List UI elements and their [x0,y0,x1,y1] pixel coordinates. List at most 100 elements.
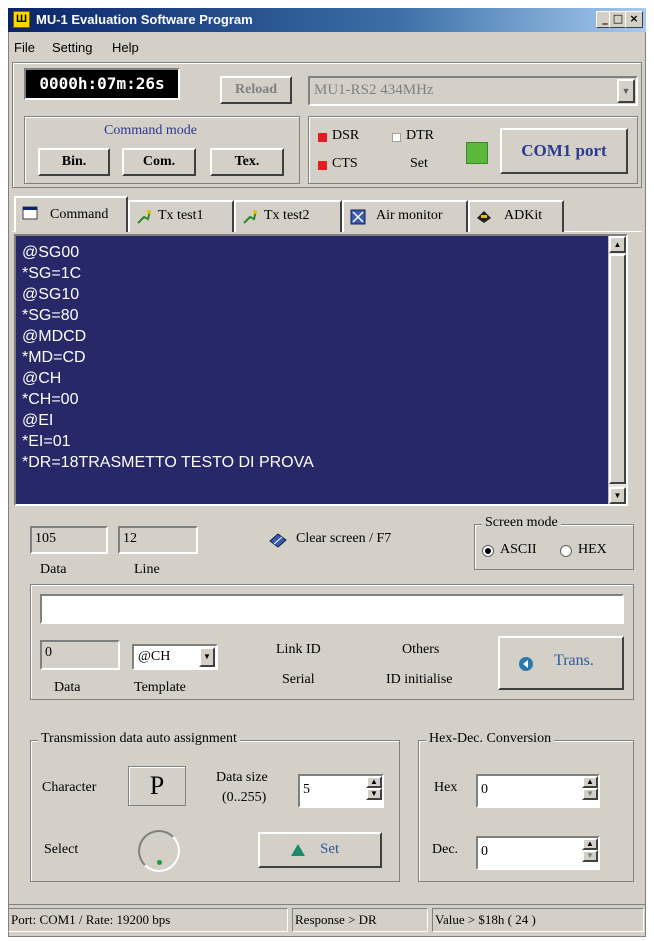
send-data-field: 0 [40,640,120,670]
console-line: *MD=CD [22,349,86,366]
spin-down-icon[interactable]: ▼ [582,788,598,800]
template-label: Template [134,680,186,695]
dtr-label: DTR [406,128,434,143]
line-count-label: Line [134,562,160,577]
tex-mode-button[interactable]: Tex. [210,148,284,176]
tx-test-icon [137,210,151,224]
character-label: Character [42,780,97,795]
console-scrollbar[interactable]: ▲ ▼ [608,236,626,504]
select-knob[interactable] [138,830,180,872]
console-line: *SG=80 [22,307,79,324]
character-display: P [128,766,186,806]
console-output: @SG00 *SG=1C @SG10 *SG=80 @MDCD *MD=CD @CH *CH=… [22,242,314,473]
others-label: Others [402,642,440,657]
menu-help[interactable]: Help [112,40,139,55]
spin-up-icon[interactable]: ▲ [582,838,598,850]
scroll-thumb[interactable] [609,254,626,484]
menu-setting[interactable]: Setting [52,40,92,55]
console-line: @EI [22,412,54,429]
tab-tx-test2[interactable]: Tx test2 [234,200,342,232]
close-button[interactable]: × [625,11,643,28]
tx-test-icon [243,210,257,224]
timer-display: 0000h:07m:26s [24,68,180,100]
link-id-label: Link ID [276,642,321,657]
chevron-down-icon[interactable]: ▼ [199,647,215,667]
tab-tx-test2-label: Tx test2 [264,208,310,223]
console-line: @SG00 [22,244,80,261]
scroll-down-icon[interactable]: ▼ [609,487,626,504]
hex-spinner[interactable]: ▲ ▼ [582,776,598,800]
dec-input-label: Dec. [432,842,459,857]
menu-file[interactable]: File [14,40,35,55]
spin-up-icon[interactable]: ▲ [366,776,382,788]
device-select-value: MU1-RS2 434MHz [314,82,434,98]
command-console[interactable]: @SG00 *SG=1C @SG10 *SG=80 @MDCD *MD=CD @CH *CH=… [14,234,628,506]
console-line: @SG10 [22,286,80,303]
screen-mode-title: Screen mode [482,515,561,531]
hexdec-title: Hex-Dec. Conversion [426,731,555,747]
scroll-up-icon[interactable]: ▲ [609,236,626,253]
command-window-icon [22,206,38,220]
console-line: *SG=1C [22,265,82,282]
tab-adkit-label: ADKit [504,208,543,223]
command-mode-label: Command mode [104,123,197,138]
auto-assign-title: Transmission data auto assignment [38,731,240,747]
data-size-label: Data size [216,770,268,785]
template-select[interactable]: @CH ▼ [132,644,218,670]
ascii-label: ASCII [500,542,537,557]
status-divider [8,904,646,905]
title-bar[interactable]: Ш MU-1 Evaluation Software Program _ □ × [8,8,646,32]
com-port-button[interactable]: COM1 port [500,128,628,174]
tab-tx-test1[interactable]: Tx test1 [128,200,234,232]
spin-down-icon[interactable]: ▼ [366,788,382,800]
hex-radio[interactable] [560,545,572,557]
set-label: Set [410,156,428,171]
select-label: Select [44,842,79,857]
dsr-indicator [318,133,327,142]
hex-label: HEX [578,542,607,557]
template-select-value: @CH [138,649,171,664]
data-count-label: Data [40,562,67,577]
device-select[interactable]: MU1-RS2 434MHz ▼ [308,76,638,106]
console-line: *DR=18TRASMETTO TESTO DI PROVA [22,454,314,471]
app-icon: Ш [13,11,30,28]
tab-air-monitor[interactable]: Air monitor [342,200,468,232]
console-line: *CH=00 [22,391,79,408]
spin-down-icon[interactable]: ▼ [582,850,598,862]
console-line: *EI=01 [22,433,71,450]
dec-spinner[interactable]: ▲ ▼ [582,838,598,862]
port-status-indicator [466,142,488,164]
set-button[interactable]: Set [258,832,382,868]
clear-screen-button[interactable]: Clear screen / F7 [296,531,391,547]
air-monitor-icon [350,209,366,225]
triangle-up-icon [291,844,305,856]
set-button-label: Set [320,841,340,857]
tab-command-label: Command [50,207,109,222]
send-input[interactable] [40,594,624,624]
trans-label: Trans. [554,652,594,669]
trans-button[interactable]: Trans. [498,636,624,690]
chevron-down-icon[interactable]: ▼ [617,79,635,103]
bin-mode-button[interactable]: Bin. [38,148,110,176]
ascii-radio[interactable] [482,545,494,557]
adkit-icon [477,211,491,223]
data-size-spinner[interactable]: ▲ ▼ [366,776,382,800]
spin-up-icon[interactable]: ▲ [582,776,598,788]
knob-indicator [157,860,162,865]
status-port: Port: COM1 / Rate: 19200 bps [8,908,288,932]
reload-button[interactable]: Reload [220,76,292,104]
data-size-range: (0..255) [222,790,267,805]
tab-air-monitor-label: Air monitor [376,208,443,223]
cts-indicator [318,161,327,170]
com-mode-button[interactable]: Com. [122,148,196,176]
hex-input-label: Hex [434,780,458,795]
cts-label: CTS [332,156,358,171]
tab-tx-test1-label: Tx test1 [158,208,204,223]
send-arrow-icon [519,657,533,671]
status-response: Response > DR [292,908,428,932]
eraser-icon[interactable] [268,532,290,548]
tab-command[interactable]: Command [14,196,128,232]
status-value: Value > $18h ( 24 ) [432,908,644,932]
tab-adkit[interactable]: ADKit [468,200,564,232]
line-count-field: 12 [118,526,198,554]
